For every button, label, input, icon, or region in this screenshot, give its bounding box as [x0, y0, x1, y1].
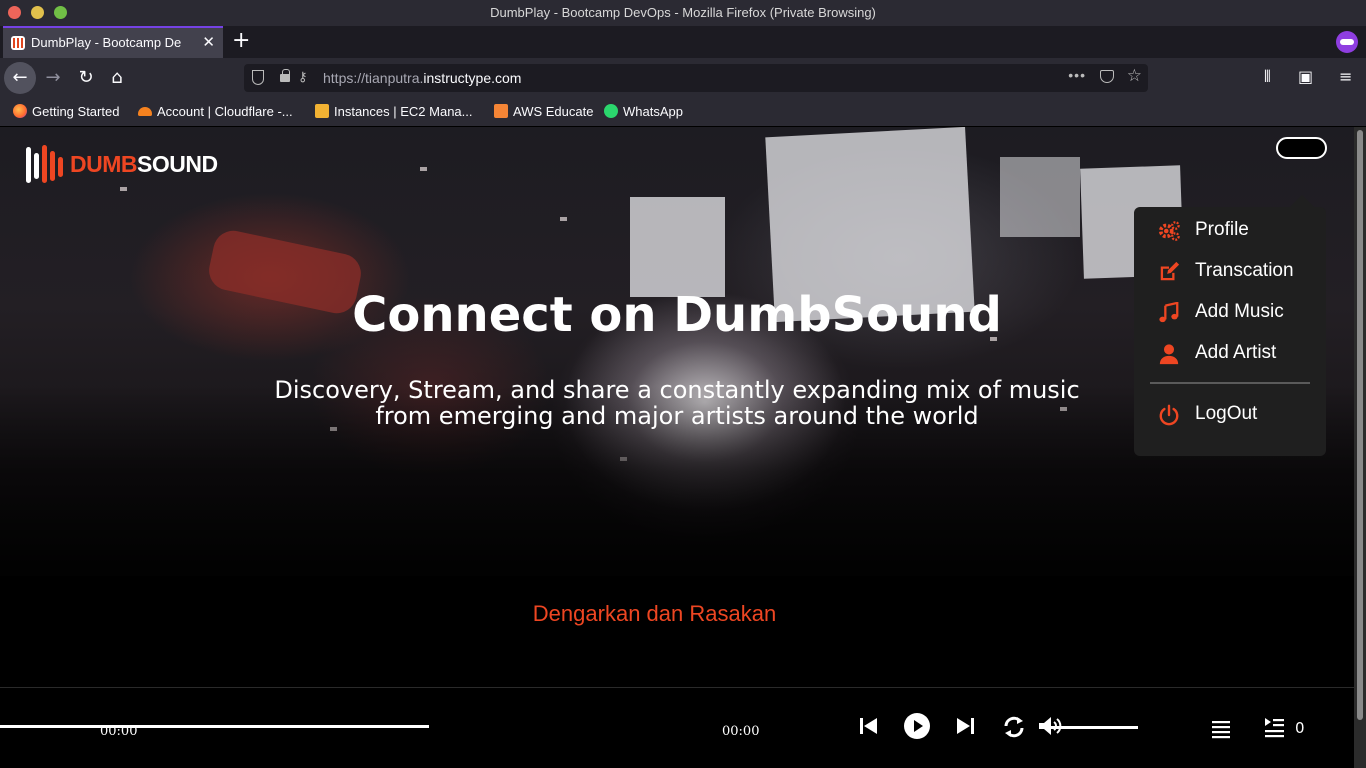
aws-educate-icon — [494, 104, 508, 118]
section-tagline: Dengarkan dan Rasakan — [532, 601, 777, 626]
menu-item-logout[interactable]: LogOut — [1158, 402, 1318, 428]
user-dropdown-menu: Profile Transcation Add Music Add Artist… — [1134, 195, 1326, 456]
stage-screen-image — [630, 197, 725, 297]
window-titlebar: DumbPlay - Bootcamp DevOps - Mozilla Fir… — [0, 0, 1366, 26]
aws-box-icon — [315, 104, 329, 118]
scrollbar-thumb[interactable] — [1357, 130, 1363, 720]
menu-item-label: Add Music — [1195, 301, 1284, 322]
bookmark-getting-started[interactable]: Getting Started — [13, 104, 119, 119]
track-progress-bar[interactable] — [0, 725, 429, 728]
hero-subtitle: Discovery, Stream, and share a constantl… — [274, 376, 1080, 430]
menu-item-transaction[interactable]: Transcation — [1158, 259, 1318, 285]
navigation-toolbar: ← → ↻ ⌂ ⚷ https://tianputra.instructype.… — [0, 58, 1366, 98]
key-icon[interactable]: ⚷ — [298, 69, 308, 85]
menu-item-add-music[interactable]: Add Music — [1158, 300, 1318, 326]
logo-text: DUMBSOUND — [70, 151, 218, 177]
queue-icon[interactable] — [1262, 715, 1286, 739]
tracking-protection-shield-icon[interactable] — [252, 70, 264, 85]
address-bar[interactable]: ⚷ https://tianputra.instructype.com ••• … — [244, 64, 1148, 92]
menu-divider — [1150, 382, 1310, 384]
bookmark-cloudflare[interactable]: Account | Cloudflare -... — [138, 104, 293, 119]
lock-icon[interactable] — [280, 69, 290, 82]
dumbsound-favicon-icon — [11, 36, 25, 50]
window-close-button[interactable] — [8, 6, 21, 19]
window-maximize-button[interactable] — [54, 6, 67, 19]
menu-item-label: Transcation — [1195, 260, 1294, 281]
bookmark-star-icon[interactable]: ☆ — [1127, 66, 1142, 86]
window-minimize-button[interactable] — [31, 6, 44, 19]
home-button[interactable]: ⌂ — [101, 62, 133, 94]
menu-item-add-artist[interactable]: Add Artist — [1158, 341, 1318, 367]
playlist-icon[interactable] — [1209, 717, 1233, 741]
menu-item-label: Profile — [1195, 219, 1249, 240]
page-actions-more-icon[interactable]: ••• — [1068, 67, 1086, 83]
private-browsing-icon — [1336, 31, 1358, 53]
page-scrollbar[interactable] — [1354, 127, 1366, 768]
stage-screen-image — [1000, 157, 1080, 237]
sidebar-toggle-icon[interactable]: ▣ — [1298, 67, 1313, 86]
menu-item-label: Add Artist — [1195, 342, 1277, 363]
volume-slider[interactable] — [1048, 726, 1138, 729]
previous-track-icon[interactable] — [856, 713, 882, 739]
music-note-icon — [1159, 302, 1179, 323]
play-icon[interactable] — [903, 712, 931, 740]
page-content: DUMBSOUND Connect on DumbSound Discovery… — [0, 127, 1354, 768]
bookmark-ec2-instances[interactable]: Instances | EC2 Mana... — [315, 104, 473, 119]
power-icon — [1159, 404, 1179, 426]
whatsapp-icon — [604, 104, 618, 118]
library-icon[interactable]: ⫴ — [1264, 67, 1271, 87]
tab-title: DumbPlay - Bootcamp DevOps — [31, 35, 181, 50]
track-duration: 00:00 — [722, 724, 760, 739]
hamburger-menu-icon[interactable]: ≡ — [1339, 67, 1352, 86]
gears-icon — [1158, 221, 1180, 241]
cloudflare-icon — [138, 107, 152, 116]
forward-button[interactable]: → — [37, 62, 69, 94]
repeat-icon[interactable] — [1002, 715, 1026, 739]
window-title: DumbPlay - Bootcamp DevOps - Mozilla Fir… — [490, 5, 876, 20]
bookmark-aws-educate[interactable]: AWS Educate — [494, 104, 593, 119]
new-tab-button[interactable]: + — [232, 28, 250, 54]
tab-dumbplay[interactable]: DumbPlay - Bootcamp DevOps ✕ — [3, 26, 223, 58]
tab-strip: DumbPlay - Bootcamp DevOps ✕ + — [0, 26, 1366, 58]
music-player-bar: 00:00 00:00 0 — [0, 687, 1354, 768]
pocket-icon[interactable] — [1100, 70, 1114, 83]
menu-item-profile[interactable]: Profile — [1158, 218, 1318, 244]
url-text[interactable]: https://tianputra.instructype.com — [323, 70, 521, 86]
next-track-icon[interactable] — [952, 713, 978, 739]
current-time: 00:00 — [100, 724, 138, 739]
reload-button[interactable]: ↻ — [70, 62, 102, 94]
queue-count: 0 — [1295, 719, 1305, 737]
bookmark-whatsapp[interactable]: WhatsApp — [604, 104, 683, 119]
back-button[interactable]: ← — [4, 62, 36, 94]
user-menu-toggle-button[interactable] — [1276, 137, 1327, 159]
menu-item-label: LogOut — [1195, 403, 1258, 424]
tab-close-icon[interactable]: ✕ — [202, 33, 215, 51]
bookmarks-toolbar: Getting Started Account | Cloudflare -..… — [0, 98, 1366, 126]
user-icon — [1159, 344, 1179, 365]
edit-icon — [1160, 261, 1180, 281]
firefox-icon — [13, 104, 27, 118]
